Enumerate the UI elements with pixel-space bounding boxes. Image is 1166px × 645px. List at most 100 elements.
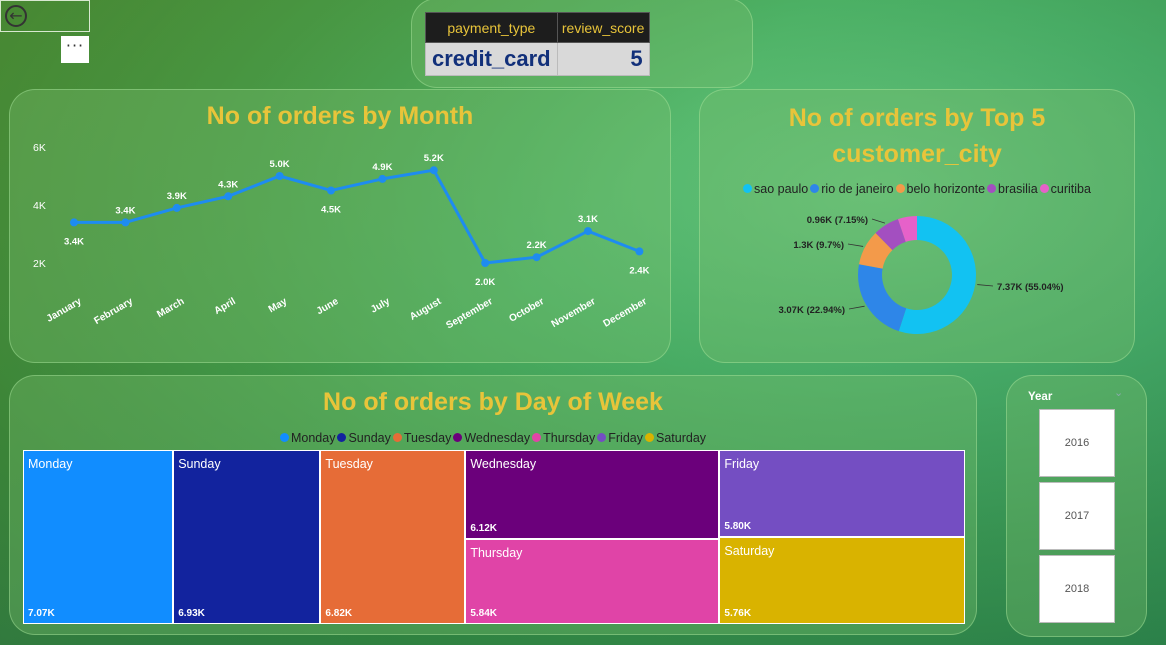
treemap-cell-tuesday[interactable]: Tuesday 6.82K (320, 450, 466, 624)
x-tick-label: March (155, 296, 186, 320)
y-tick-label: 4K (33, 200, 46, 212)
payment-review-table: payment_type review_score credit_card 5 (425, 12, 650, 76)
legend-dot (532, 433, 542, 442)
slicer-option-2016[interactable]: 2016 (1039, 409, 1115, 477)
data-point (327, 186, 335, 195)
legend-dot (597, 433, 607, 442)
slicer-option-2017[interactable]: 2017 (1039, 482, 1115, 550)
leader-line (977, 284, 994, 287)
data-label: 4.3K (218, 179, 238, 190)
data-point (224, 192, 233, 201)
data-point (275, 172, 284, 180)
value-review-score: 5 (556, 42, 650, 76)
data-point (429, 166, 438, 175)
x-tick-label: October (507, 296, 546, 325)
leader-line (848, 305, 865, 310)
data-label: 2.0K (475, 277, 495, 288)
data-label: 3.4K (115, 205, 135, 216)
x-tick-label: July (369, 296, 392, 316)
legend-item: Saturday (644, 431, 707, 445)
legend-label: Wednesday (464, 431, 531, 445)
legend-label: Saturday (655, 431, 707, 445)
treemap-cell-value: 5.76K (724, 607, 752, 619)
x-tick-label: December (602, 296, 649, 330)
x-tick-label: May (267, 296, 290, 315)
legend-dot (644, 433, 654, 442)
treemap-cell-value: 7.07K (28, 608, 55, 619)
y-tick-label: 2K (33, 258, 46, 270)
day-legend: Monday Sunday Tuesday Wednesday Thursday Frid… (10, 431, 976, 445)
day-chart-title: No of orders by Day of Week (323, 388, 663, 416)
data-point (378, 174, 387, 183)
day-treemap: Monday 7.07K Sunday 6.93K Tuesday 6.82K Wednes… (23, 450, 965, 624)
y-tick-label: 6K (33, 142, 46, 154)
x-tick-label: June (315, 296, 341, 317)
x-tick-label: September (444, 296, 494, 331)
data-label: 4.9K (372, 162, 392, 173)
leader-line (871, 218, 886, 224)
legend-item: Sunday (337, 431, 391, 445)
month-line-chart: 2K 4K 6K 3.4K January 3.4K February 3.9K March 4.… (33, 142, 650, 331)
data-label: 5.2K (424, 153, 444, 164)
data-label: 3.07K (22.94%) (778, 305, 845, 316)
treemap-cell-label: Saturday (724, 544, 775, 559)
legend-dot (453, 433, 463, 442)
legend-item: Wednesday (453, 431, 530, 445)
treemap-cell-wednesday[interactable]: Wednesday 6.12K (465, 450, 720, 540)
data-label: 2.2K (527, 240, 547, 251)
data-point (584, 227, 592, 236)
data-label: 7.37K (55.04%) (997, 282, 1064, 293)
data-label: 4.5K (321, 205, 341, 216)
legend-dot (279, 433, 289, 442)
treemap-cell-saturday[interactable]: Saturday 5.76K (719, 537, 965, 624)
legend-item: Friday (597, 431, 643, 445)
data-label: 3.9K (167, 191, 187, 202)
treemap-cell-value: 6.82K (325, 608, 353, 619)
data-point (70, 218, 78, 227)
legend-label: Sunday (348, 431, 391, 445)
chevron-down-icon[interactable]: ⌄ (1114, 386, 1123, 399)
legend-dot (337, 433, 347, 442)
treemap-cell-thursday[interactable]: Thursday 5.84K (465, 539, 720, 624)
legend-item: Tuesday (392, 431, 452, 445)
data-point (121, 218, 130, 227)
treemap-cell-sunday[interactable]: Sunday 6.93K (173, 450, 321, 624)
legend-label: Monday (290, 431, 336, 445)
legend-label: Tuesday (403, 431, 452, 445)
slicer-title: Year (1028, 391, 1053, 403)
data-label: 1.3K (9.7%) (793, 240, 844, 251)
treemap-cell-label: Tuesday (325, 457, 373, 471)
data-point (481, 259, 490, 267)
x-tick-label: August (408, 296, 444, 323)
treemap-cell-value: 6.12K (470, 523, 497, 535)
more-options-button[interactable]: ··· (61, 36, 89, 63)
x-tick-label: January (45, 296, 84, 325)
treemap-cell-value: 5.84K (470, 607, 497, 619)
legend-label: Friday (608, 431, 643, 445)
data-label: 5.0K (270, 159, 290, 170)
treemap-cell-label: Wednesday (470, 457, 537, 471)
treemap-cell-label: Thursday (470, 546, 523, 561)
slicer-option-2018[interactable]: 2018 (1039, 555, 1115, 623)
leader-line (847, 243, 864, 247)
back-button-frame[interactable]: ← (0, 0, 90, 32)
treemap-cell-friday[interactable]: Friday 5.80K (719, 450, 965, 538)
data-point (635, 247, 644, 256)
treemap-cell-value: 6.93K (178, 608, 205, 619)
back-arrow-icon[interactable]: ← (5, 5, 27, 27)
legend-item: Monday (279, 431, 336, 445)
treemap-cell-label: Friday (724, 457, 760, 471)
data-point (172, 203, 181, 212)
legend-item: Thursday (532, 431, 595, 445)
x-tick-label: February (92, 296, 135, 327)
header-review-score: review_score (556, 12, 650, 43)
data-point (532, 253, 541, 262)
data-label: 2.4K (629, 265, 649, 276)
header-payment-type: payment_type (425, 12, 558, 43)
series-line (74, 168, 640, 265)
treemap-cell-label: Monday (28, 457, 73, 471)
x-tick-label: November (550, 296, 598, 330)
treemap-cell-label: Sunday (178, 457, 221, 471)
legend-label: Thursday (543, 431, 596, 445)
treemap-cell-monday[interactable]: Monday 7.07K (23, 450, 174, 624)
